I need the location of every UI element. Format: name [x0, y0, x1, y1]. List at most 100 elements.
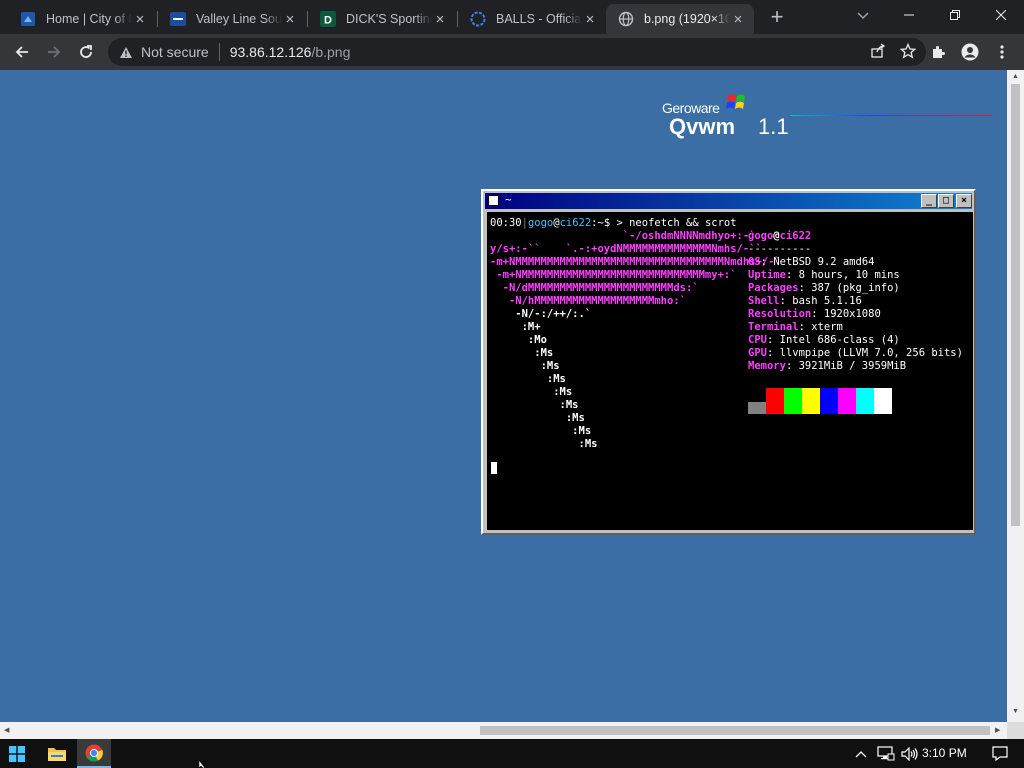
- ascii-art-line: :Ms: [490, 373, 566, 385]
- logo-version: 1.1: [758, 114, 789, 139]
- prompt-line: 00:30|gogo@ci622:~$ > neofetch && scrot: [490, 217, 737, 229]
- terminal-screen[interactable]: 00:30|gogo@ci622:~$ > neofetch && scrot …: [487, 212, 973, 530]
- vertical-scroll-thumb[interactable]: [1011, 84, 1020, 526]
- extensions-icon[interactable]: [924, 38, 952, 66]
- tab-valley-line[interactable]: Valley Line Sout ×: [158, 4, 306, 34]
- close-icon[interactable]: ×: [730, 11, 746, 28]
- tab-balls[interactable]: BALLS - Official ×: [458, 4, 606, 34]
- close-icon[interactable]: ×: [432, 11, 448, 28]
- url-host: 93.86.12.126: [229, 44, 312, 60]
- scroll-up-icon[interactable]: ▲: [1012, 73, 1019, 80]
- ascii-art-line: :Ms: [490, 412, 585, 424]
- not-secure-label[interactable]: Not secure: [141, 44, 209, 60]
- warning-icon[interactable]: [119, 46, 133, 59]
- text-cursor: [491, 462, 497, 474]
- horizontal-scrollbar[interactable]: ◀ ▶: [0, 722, 1007, 739]
- info-separator: ----------: [748, 243, 812, 255]
- info-value: llvmpipe (LLVM 7.0, 256 bits): [779, 347, 963, 359]
- color-swatch: [766, 388, 784, 414]
- back-button[interactable]: [8, 38, 36, 66]
- info-value: xterm: [811, 321, 843, 333]
- info-line: Memory: 3921MiB / 3959MiB: [748, 360, 907, 372]
- color-swatch: [784, 388, 802, 414]
- info-line: Packages: 387 (pkg_info): [748, 282, 900, 294]
- url-path: /b.png: [311, 44, 351, 60]
- file-explorer-button[interactable]: [40, 739, 74, 768]
- xterm-close-button[interactable]: ×: [956, 194, 972, 208]
- share-icon[interactable]: [870, 43, 886, 64]
- info-value: 387 (pkg_info): [811, 282, 900, 294]
- info-line: Shell: bash 5.1.16: [748, 295, 862, 307]
- tab-title: Valley Line Sout: [196, 12, 282, 26]
- xterm-titlebar[interactable]: ~ _ □ ×: [485, 193, 972, 209]
- url-text[interactable]: 93.86.12.126/b.png: [230, 44, 351, 60]
- tab-title: Home | City of D: [46, 12, 132, 26]
- close-window-button[interactable]: [978, 0, 1024, 30]
- close-icon[interactable]: ×: [582, 11, 598, 28]
- dicks-icon: D: [320, 11, 336, 27]
- terminal-icon[interactable]: [488, 195, 499, 206]
- forward-button[interactable]: [40, 38, 68, 66]
- menu-icon[interactable]: [988, 38, 1016, 66]
- start-button[interactable]: [0, 739, 34, 768]
- xterm-title: ~: [505, 193, 512, 206]
- xterm-maximize-button[interactable]: □: [938, 194, 954, 208]
- ascii-art-line: :Ms: [490, 425, 592, 437]
- mouse-cursor-icon: [199, 760, 206, 768]
- info-userhost: gogo@ci622: [748, 230, 812, 242]
- color-swatch: [748, 402, 766, 414]
- prompt-command: neofetch && scrot: [629, 217, 737, 229]
- clock[interactable]: 3:10 PM: [922, 746, 967, 760]
- info-value: 8 hours, 10 mins: [798, 269, 900, 281]
- close-icon[interactable]: ×: [132, 11, 148, 28]
- browser-toolbar: Not secure 93.86.12.126/b.png: [0, 34, 1024, 70]
- scroll-down-icon[interactable]: ▼: [1012, 708, 1019, 715]
- taskbar: 3:10 PM: [0, 739, 1024, 768]
- xterm-window[interactable]: ~ _ □ × 00:30|gogo@ci622:~$ > neofetch &…: [481, 189, 976, 535]
- close-icon[interactable]: ×: [282, 11, 298, 28]
- xterm-minimize-button[interactable]: _: [921, 194, 937, 208]
- info-line: GPU: llvmpipe (LLVM 7.0, 256 bits): [748, 347, 963, 359]
- city-icon: [20, 11, 36, 27]
- profile-icon[interactable]: [956, 38, 984, 66]
- info-key: Terminal: [748, 321, 799, 333]
- address-bar[interactable]: Not secure 93.86.12.126/b.png: [108, 38, 926, 66]
- scroll-left-icon[interactable]: ◀: [4, 726, 9, 734]
- new-tab-button[interactable]: +: [765, 6, 789, 30]
- color-swatch: [820, 388, 838, 414]
- chevron-down-icon[interactable]: [853, 6, 873, 26]
- windows-icon: [9, 745, 25, 762]
- horizontal-scroll-thumb[interactable]: [480, 726, 990, 735]
- tab-home-city[interactable]: Home | City of D ×: [8, 4, 156, 34]
- volume-icon[interactable]: [899, 739, 921, 768]
- notifications-icon[interactable]: [988, 739, 1012, 768]
- scrollbar-corner: [1007, 722, 1024, 739]
- chevron-up-icon[interactable]: [852, 739, 870, 768]
- windows-flag-icon: [726, 94, 745, 109]
- prompt-host: ci622: [559, 217, 592, 229]
- color-swatch: [802, 388, 820, 414]
- svg-text:D: D: [324, 15, 332, 27]
- color-swatch: [838, 388, 856, 414]
- restore-button[interactable]: [932, 0, 978, 30]
- info-line: OS: NetBSD 9.2 amd64: [748, 256, 875, 268]
- info-line: Terminal: xterm: [748, 321, 843, 333]
- minimize-button[interactable]: [886, 0, 932, 30]
- ascii-art-line: -m+NMMMMMMMMMMMMMMMMMMMMMMMMMMMMMmy+:`: [490, 269, 737, 281]
- network-icon[interactable]: [875, 739, 897, 768]
- tab-b-png[interactable]: b.png (1920×1080) ×: [606, 4, 754, 34]
- reload-button[interactable]: [72, 38, 100, 66]
- chrome-taskbar-button[interactable]: [77, 739, 111, 768]
- star-icon[interactable]: [899, 42, 917, 64]
- ascii-art-line: -N/hMMMMMMMMMMMMMMMMMMMmho:`: [490, 295, 686, 307]
- ascii-art-line: -m+NMMMMMMMMMMMMMMMMMMMMMMMMMMMMMMMMMNmd…: [490, 256, 781, 268]
- scroll-right-icon[interactable]: ▶: [995, 726, 1000, 734]
- info-value: NetBSD 9.2 amd64: [773, 256, 875, 268]
- ascii-art-line: :Ms: [490, 438, 598, 450]
- info-key: Shell: [748, 295, 780, 307]
- vertical-scrollbar[interactable]: ▲ ▼: [1007, 70, 1024, 722]
- info-key: CPU: [748, 334, 767, 346]
- tab-dicks[interactable]: D DICK'S Sporting ×: [308, 4, 456, 34]
- image-viewport: Geroware Qvwm 1.1 ~ _ □ × 00:30|gogo@ci6…: [0, 70, 1007, 722]
- ascii-art-line: :Ms: [490, 360, 560, 372]
